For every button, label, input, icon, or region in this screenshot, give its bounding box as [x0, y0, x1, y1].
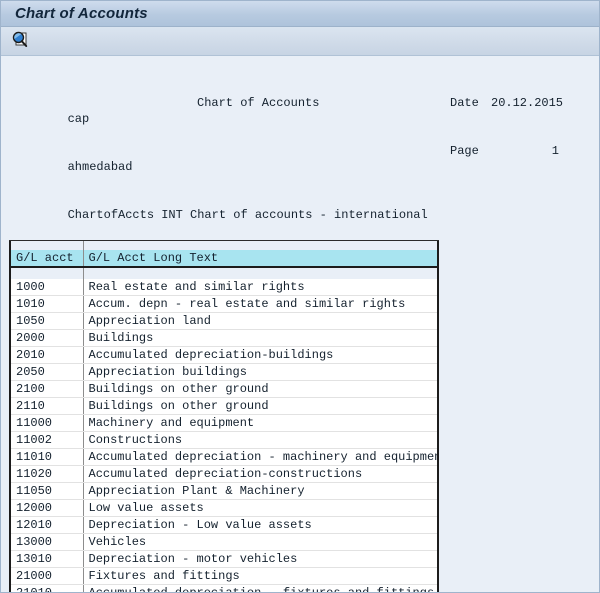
cell-gl-acct: 11050	[11, 483, 83, 500]
chart-of-accounts-line: ChartofAccts INT Chart of accounts - int…	[68, 208, 428, 222]
table-row[interactable]: 2050Appreciation buildings	[11, 364, 437, 381]
report-header-line-1: cap Chart of Accounts Date 20.12.2015	[1, 95, 599, 111]
table-row[interactable]: 11020Accumulated depreciation-constructi…	[11, 466, 437, 483]
table-row[interactable]: 2000Buildings	[11, 330, 437, 347]
cell-gl-acct: 1010	[11, 296, 83, 313]
cell-gl-acct-long-text: Appreciation buildings	[83, 364, 437, 381]
table-row[interactable]: 13000Vehicles	[11, 534, 437, 551]
cell-gl-acct-long-text: Constructions	[83, 432, 437, 449]
cell-gl-acct: 11002	[11, 432, 83, 449]
sap-report-window: Chart of Accounts cap Chart of Accounts …	[0, 0, 600, 593]
cell-gl-acct: 12000	[11, 500, 83, 517]
table-row[interactable]: 21000Fixtures and fittings	[11, 568, 437, 585]
table-row[interactable]: 11000Machinery and equipment	[11, 415, 437, 432]
table-row[interactable]: 11002Constructions	[11, 432, 437, 449]
accounts-table: G/L acct G/L Acct Long Text 1000Real est…	[11, 241, 437, 592]
cell-gl-acct-long-text: Accumulated depreciation - fixtures and …	[83, 585, 437, 593]
cell-gl-acct: 11000	[11, 415, 83, 432]
table-top-spacer-row	[11, 241, 437, 250]
cell-gl-acct: 12010	[11, 517, 83, 534]
cell-gl-acct: 21010	[11, 585, 83, 593]
table-header-row: G/L acct G/L Acct Long Text	[11, 250, 437, 267]
cell-gl-acct-long-text: Appreciation land	[83, 313, 437, 330]
report-title: Chart of Accounts	[197, 95, 319, 111]
window-titlebar: Chart of Accounts	[1, 1, 599, 27]
report-page-label: Page	[450, 143, 479, 159]
cell-gl-acct: 2100	[11, 381, 83, 398]
cell-gl-acct-long-text: Accum. depn - real estate and similar ri…	[83, 296, 437, 313]
cell-gl-acct-long-text: Depreciation - Low value assets	[83, 517, 437, 534]
cell-gl-acct: 13000	[11, 534, 83, 551]
cell-gl-acct: 1050	[11, 313, 83, 330]
cell-gl-acct-long-text: Accumulated depreciation-constructions	[83, 466, 437, 483]
accounts-table-container: G/L acct G/L Acct Long Text 1000Real est…	[9, 241, 439, 592]
cell-gl-acct-long-text: Real estate and similar rights	[83, 279, 437, 296]
report-header-line-3: ChartofAccts INT Chart of accounts - int…	[1, 191, 599, 207]
cell-gl-acct-long-text: Machinery and equipment	[83, 415, 437, 432]
toolbar	[1, 27, 599, 56]
magnifier-icon	[11, 30, 29, 53]
table-row[interactable]: 12000Low value assets	[11, 500, 437, 517]
page-title: Chart of Accounts	[15, 5, 148, 22]
table-top-spacer-cell-text	[83, 241, 437, 250]
cell-gl-acct: 2110	[11, 398, 83, 415]
cell-gl-acct-long-text: Fixtures and fittings	[83, 568, 437, 585]
table-gap-cell-acct	[11, 267, 83, 279]
accounts-table-head: G/L acct G/L Acct Long Text	[11, 241, 437, 267]
table-row[interactable]: 2110Buildings on other ground	[11, 398, 437, 415]
cell-gl-acct: 11010	[11, 449, 83, 466]
cell-gl-acct-long-text: Buildings on other ground	[83, 398, 437, 415]
table-row[interactable]: 1050Appreciation land	[11, 313, 437, 330]
table-row[interactable]: 1010Accum. depn - real estate and simila…	[11, 296, 437, 313]
column-header-gl-acct[interactable]: G/L acct	[11, 250, 83, 267]
cell-gl-acct-long-text: Depreciation - motor vehicles	[83, 551, 437, 568]
cell-gl-acct: 2050	[11, 364, 83, 381]
report-body: cap Chart of Accounts Date 20.12.2015 ah…	[1, 56, 599, 592]
report-date-value: 20.12.2015	[491, 95, 559, 111]
table-row[interactable]: 21010Accumulated depreciation - fixtures…	[11, 585, 437, 593]
table-row[interactable]: 11010Accumulated depreciation - machiner…	[11, 449, 437, 466]
cell-gl-acct-long-text: Accumulated depreciation - machinery and…	[83, 449, 437, 466]
cell-gl-acct: 21000	[11, 568, 83, 585]
table-row[interactable]: 11050Appreciation Plant & Machinery	[11, 483, 437, 500]
table-top-spacer-cell-acct	[11, 241, 83, 250]
accounts-table-body: 1000Real estate and similar rights1010Ac…	[11, 267, 437, 592]
cell-gl-acct-long-text: Accumulated depreciation-buildings	[83, 347, 437, 364]
report-page-value: 1	[491, 143, 559, 159]
table-row[interactable]: 2100Buildings on other ground	[11, 381, 437, 398]
cell-gl-acct-long-text: Buildings on other ground	[83, 381, 437, 398]
report-header-line-2: ahmedabad Page 1	[1, 143, 599, 159]
cell-gl-acct: 13010	[11, 551, 83, 568]
table-row[interactable]: 1000Real estate and similar rights	[11, 279, 437, 296]
find-button[interactable]	[9, 30, 31, 52]
cell-gl-acct: 2010	[11, 347, 83, 364]
report-client: ahmedabad	[68, 160, 133, 174]
report-header-block: cap Chart of Accounts Date 20.12.2015 ah…	[1, 56, 599, 239]
table-gap-cell-text	[83, 267, 437, 279]
report-user: cap	[68, 112, 90, 126]
table-row[interactable]: 12010Depreciation - Low value assets	[11, 517, 437, 534]
table-row[interactable]: 2010Accumulated depreciation-buildings	[11, 347, 437, 364]
report-date-label: Date	[450, 95, 479, 111]
cell-gl-acct-long-text: Buildings	[83, 330, 437, 347]
column-header-gl-acct-long-text[interactable]: G/L Acct Long Text	[83, 250, 437, 267]
cell-gl-acct: 11020	[11, 466, 83, 483]
table-gap-row	[11, 267, 437, 279]
table-row[interactable]: 13010Depreciation - motor vehicles	[11, 551, 437, 568]
cell-gl-acct: 2000	[11, 330, 83, 347]
cell-gl-acct-long-text: Vehicles	[83, 534, 437, 551]
cell-gl-acct: 1000	[11, 279, 83, 296]
cell-gl-acct-long-text: Appreciation Plant & Machinery	[83, 483, 437, 500]
cell-gl-acct-long-text: Low value assets	[83, 500, 437, 517]
